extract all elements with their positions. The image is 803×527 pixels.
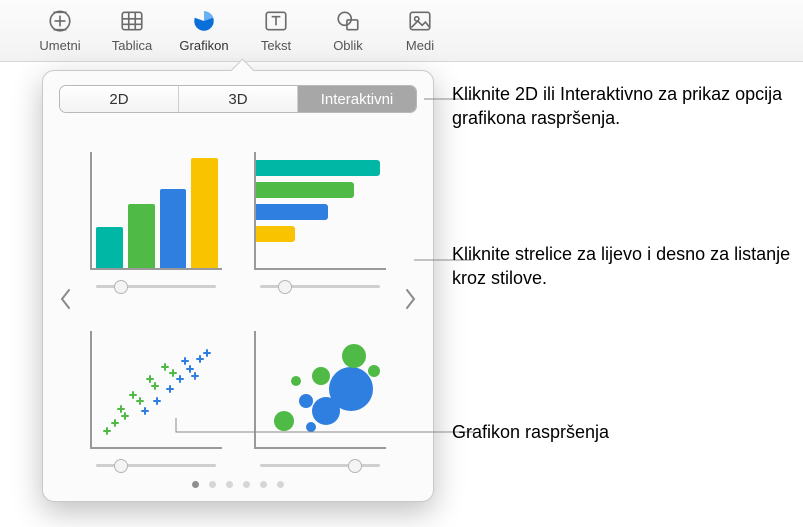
toolbar-chart[interactable]: Grafikon: [168, 6, 240, 53]
callout-arrows: Kliknite strelice za lijevo i desno za l…: [452, 242, 792, 291]
media-icon: [405, 6, 435, 36]
text-icon: [261, 6, 291, 36]
style-slider[interactable]: [96, 282, 216, 290]
column-chart-icon: [90, 152, 222, 270]
toolbar-insert[interactable]: Umetni: [24, 6, 96, 53]
toolbar-label: Tablica: [112, 38, 152, 53]
page-dot[interactable]: [192, 481, 199, 488]
toolbar-label: Medi: [406, 38, 434, 53]
style-slider[interactable]: [260, 461, 380, 469]
insert-icon: [45, 6, 75, 36]
chart-type-tabs: 2D 3D Interaktivni: [59, 85, 417, 113]
toolbar-label: Oblik: [333, 38, 363, 53]
prev-style-arrow[interactable]: [55, 281, 77, 317]
callout-scatter: Grafikon raspršenja: [452, 420, 609, 444]
style-slider[interactable]: [96, 461, 216, 469]
page-dot[interactable]: [209, 481, 216, 488]
chart-style-bubble[interactable]: [249, 308, 391, 469]
toolbar-label: Grafikon: [179, 38, 228, 53]
bar-chart-icon: [254, 152, 386, 270]
tab-interactive[interactable]: Interaktivni: [298, 86, 416, 112]
next-style-arrow[interactable]: [399, 281, 421, 317]
page-dot[interactable]: [277, 481, 284, 488]
toolbar: Umetni Tablica Grafikon Tekst Oblik Medi: [0, 0, 803, 62]
toolbar-text[interactable]: Tekst: [240, 6, 312, 53]
toolbar-shape[interactable]: Oblik: [312, 6, 384, 53]
chart-styles-area: [59, 129, 417, 469]
page-dot[interactable]: [226, 481, 233, 488]
shape-icon: [333, 6, 363, 36]
scatter-chart-icon: [90, 331, 222, 449]
toolbar-table[interactable]: Tablica: [96, 6, 168, 53]
chart-style-scatter[interactable]: [85, 308, 227, 469]
page-dot[interactable]: [243, 481, 250, 488]
bubble-chart-icon: [254, 331, 386, 449]
chart-popover: 2D 3D Interaktivni: [42, 70, 434, 502]
toolbar-label: Umetni: [39, 38, 80, 53]
toolbar-media[interactable]: Medi: [384, 6, 456, 53]
chart-icon: [189, 6, 219, 36]
page-dot[interactable]: [260, 481, 267, 488]
tab-2d[interactable]: 2D: [60, 86, 179, 112]
chart-style-bar[interactable]: [249, 129, 391, 290]
callout-tabs: Kliknite 2D ili Interaktivno za prikaz o…: [452, 82, 792, 131]
toolbar-label: Tekst: [261, 38, 291, 53]
style-slider[interactable]: [260, 282, 380, 290]
table-icon: [117, 6, 147, 36]
chart-style-column[interactable]: [85, 129, 227, 290]
tab-3d[interactable]: 3D: [179, 86, 298, 112]
page-dots[interactable]: [59, 481, 417, 488]
